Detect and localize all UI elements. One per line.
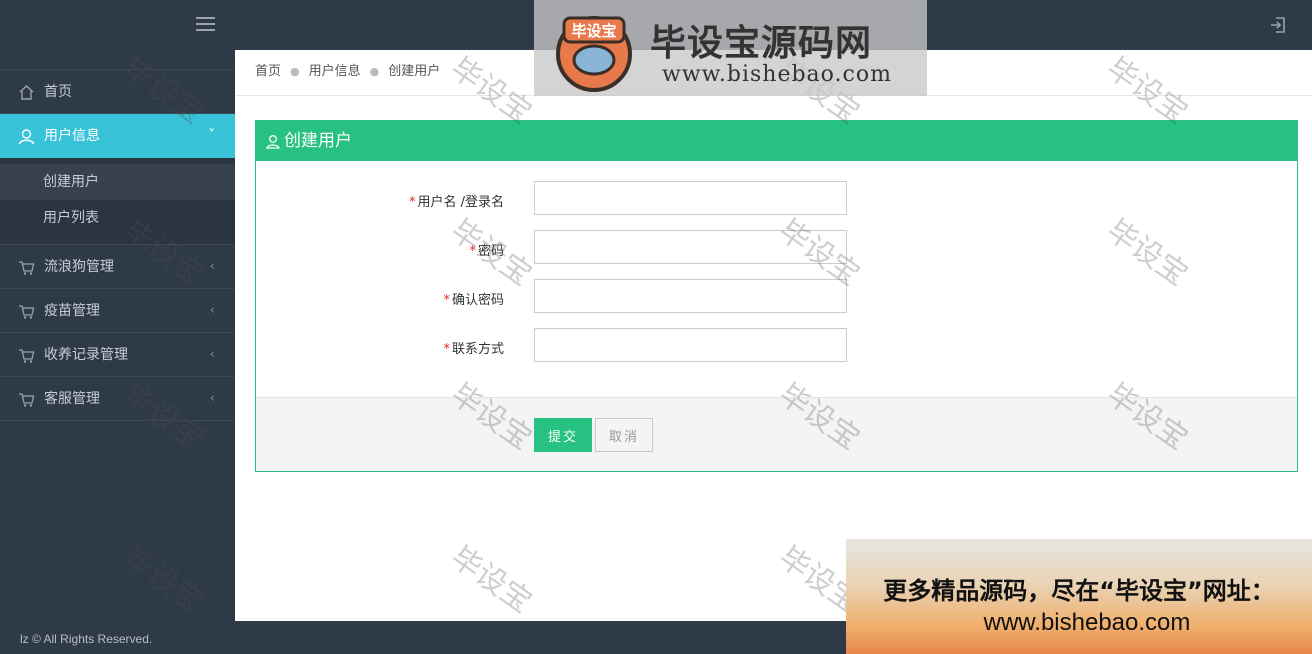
username-label: * 用户名 /登录名 xyxy=(408,195,504,210)
sidebar-item-label: 用户信息 xyxy=(44,128,100,144)
cart-icon xyxy=(19,349,35,363)
breadcrumb-separator: ● xyxy=(369,65,380,78)
logout-icon[interactable] xyxy=(1268,15,1288,35)
chevron-left-icon: ‹ xyxy=(209,347,215,362)
sidebar-item-support[interactable]: 客服管理 ‹ xyxy=(0,377,235,421)
logo-badge-text: 毕设宝 xyxy=(571,22,616,40)
contact-label: * 联系方式 xyxy=(443,342,504,357)
sidebar-item-home[interactable]: 首页 xyxy=(0,70,235,114)
password-input[interactable] xyxy=(534,230,847,264)
breadcrumb-separator: ● xyxy=(290,65,300,78)
ad-url: www.bishebao.com xyxy=(983,609,1191,636)
sidebar: 首页 用户信息 ˅ 创建用户 用户列表 流浪狗管理 ‹ 疫苗管理 ‹ 收养记录管… xyxy=(0,50,235,621)
sidebar-subitem-create-user[interactable]: 创建用户 xyxy=(0,164,235,200)
sidebar-item-label: 收养记录管理 xyxy=(44,347,128,363)
home-icon xyxy=(19,85,34,100)
logo-title: 毕设宝源码网 xyxy=(650,23,873,64)
main-content: 首页 ● 用户信息 ● 创建用户 创建用户 * 用户名 /登录名 * 密码 * 确认密码 xyxy=(235,50,1312,621)
sidebar-item-label: 流浪狗管理 xyxy=(44,259,114,275)
cart-icon xyxy=(19,305,35,319)
sidebar-item-label: 疫苗管理 xyxy=(44,303,100,319)
create-user-panel: 创建用户 * 用户名 /登录名 * 密码 * 确认密码 * 联系方式 提交 取消 xyxy=(255,120,1298,472)
user-icon xyxy=(18,129,35,145)
ad-text: 更多精品源码，尽在“毕设宝”网址： xyxy=(883,577,1275,605)
panel-title: 创建用户 xyxy=(284,131,352,151)
ad-banner[interactable]: 更多精品源码，尽在“毕设宝”网址： www.bishebao.com xyxy=(846,539,1312,654)
contact-input[interactable] xyxy=(534,328,847,362)
form-row-confirm-password: * 确认密码 xyxy=(256,279,1297,313)
site-logo-banner: 毕设宝 毕设宝源码网 www.bishebao.com xyxy=(534,0,927,96)
required-mark: * xyxy=(443,342,450,357)
sidebar-item-stray-dogs[interactable]: 流浪狗管理 ‹ xyxy=(0,245,235,289)
required-mark: * xyxy=(408,195,416,210)
panel-header: 创建用户 xyxy=(256,121,1297,161)
required-mark: * xyxy=(443,293,450,308)
chevron-left-icon: ‹ xyxy=(209,303,215,318)
sidebar-item-user-info[interactable]: 用户信息 ˅ xyxy=(0,114,235,158)
breadcrumb-current: 创建用户 xyxy=(388,64,441,79)
password-label: * 密码 xyxy=(469,244,504,259)
user-icon xyxy=(266,135,280,149)
required-mark: * xyxy=(469,244,476,259)
sidebar-item-label: 首页 xyxy=(44,84,72,100)
sidebar-spacer xyxy=(0,50,235,70)
logo-url: www.bishebao.com xyxy=(662,62,892,87)
chevron-down-icon: ˅ xyxy=(208,128,216,143)
cancel-button[interactable]: 取消 xyxy=(595,418,653,452)
chevron-left-icon: ‹ xyxy=(209,259,215,274)
submit-button[interactable]: 提交 xyxy=(534,418,592,452)
mascot-logo: 毕设宝 xyxy=(556,16,632,92)
breadcrumb-section[interactable]: 用户信息 xyxy=(309,64,361,79)
username-input[interactable] xyxy=(534,181,847,215)
sidebar-item-label: 客服管理 xyxy=(44,391,100,407)
breadcrumb-home[interactable]: 首页 xyxy=(255,64,281,79)
cart-icon xyxy=(19,261,35,275)
form-body: * 用户名 /登录名 * 密码 * 确认密码 * 联系方式 xyxy=(256,161,1297,397)
cart-icon xyxy=(19,393,35,407)
confirm-password-input[interactable] xyxy=(534,279,847,313)
confirm-password-label: * 确认密码 xyxy=(443,293,504,308)
sidebar-subitem-user-list[interactable]: 用户列表 xyxy=(0,200,235,236)
form-row-password: * 密码 xyxy=(256,230,1297,264)
form-actions: 提交 取消 xyxy=(256,397,1297,471)
sidebar-item-vaccine[interactable]: 疫苗管理 ‹ xyxy=(0,289,235,333)
sidebar-item-adoption[interactable]: 收养记录管理 ‹ xyxy=(0,333,235,377)
form-row-username: * 用户名 /登录名 xyxy=(256,181,1297,215)
chevron-left-icon: ‹ xyxy=(209,391,215,406)
form-row-contact: * 联系方式 xyxy=(256,328,1297,362)
footer-copyright: lz © All Rights Reserved. xyxy=(20,632,153,646)
sidebar-submenu: 创建用户 用户列表 xyxy=(0,158,235,245)
hamburger-icon[interactable] xyxy=(196,17,215,31)
